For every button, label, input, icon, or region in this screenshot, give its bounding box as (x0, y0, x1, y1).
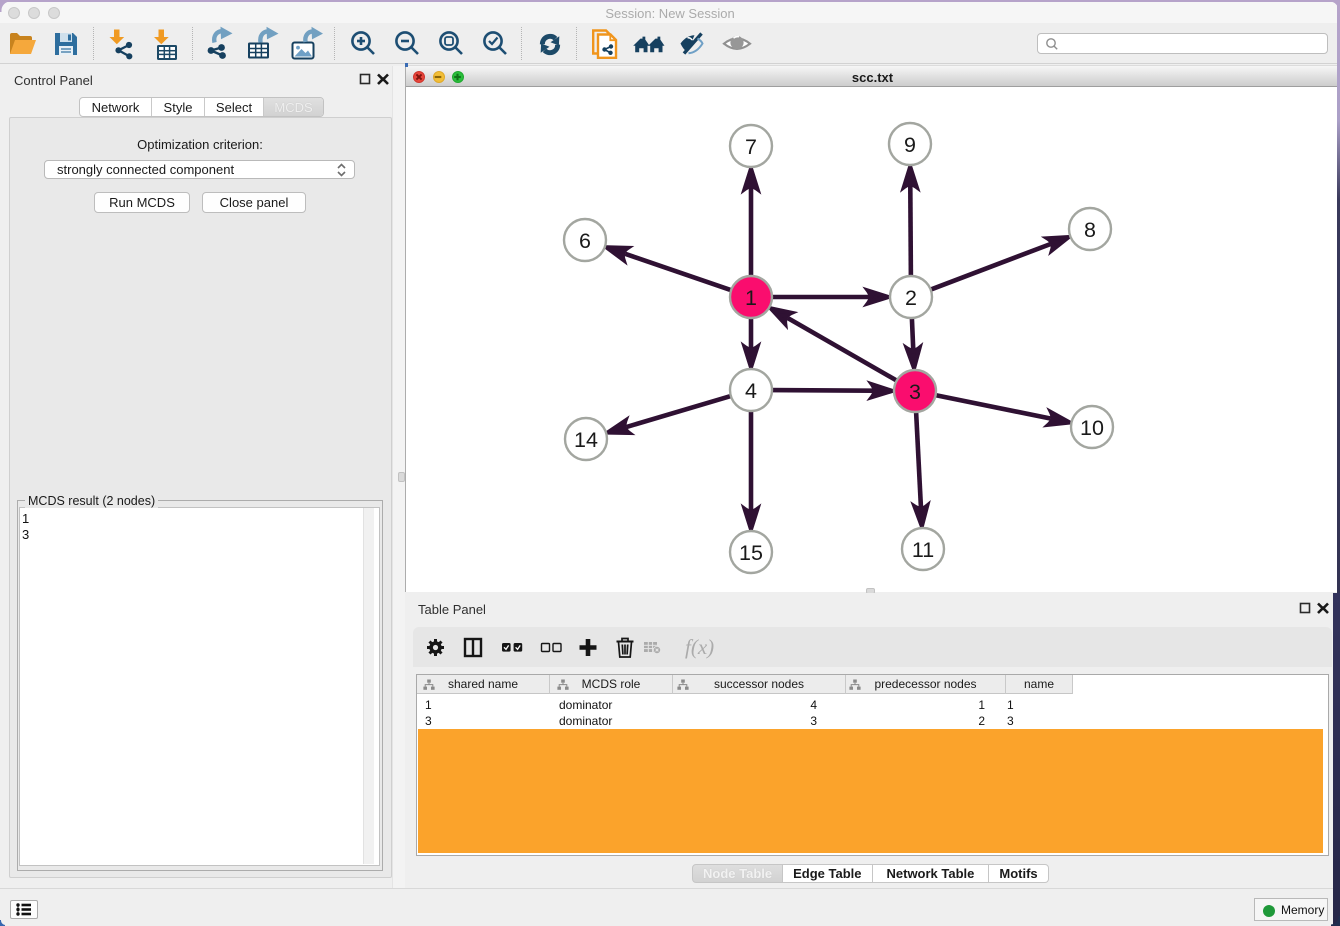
svg-text:f(x): f(x) (685, 635, 714, 659)
svg-text:14: 14 (574, 428, 598, 452)
svg-text:4: 4 (745, 379, 757, 403)
svg-text:11: 11 (912, 538, 934, 562)
svg-text:3: 3 (909, 380, 921, 404)
svg-text:15: 15 (739, 541, 763, 565)
svg-text:2: 2 (905, 286, 917, 310)
svg-text:9: 9 (904, 133, 916, 157)
svg-text:8: 8 (1084, 218, 1096, 242)
svg-text:10: 10 (1080, 416, 1104, 440)
svg-text:1: 1 (745, 286, 757, 310)
svg-text:6: 6 (579, 229, 591, 253)
svg-text:7: 7 (745, 135, 757, 159)
